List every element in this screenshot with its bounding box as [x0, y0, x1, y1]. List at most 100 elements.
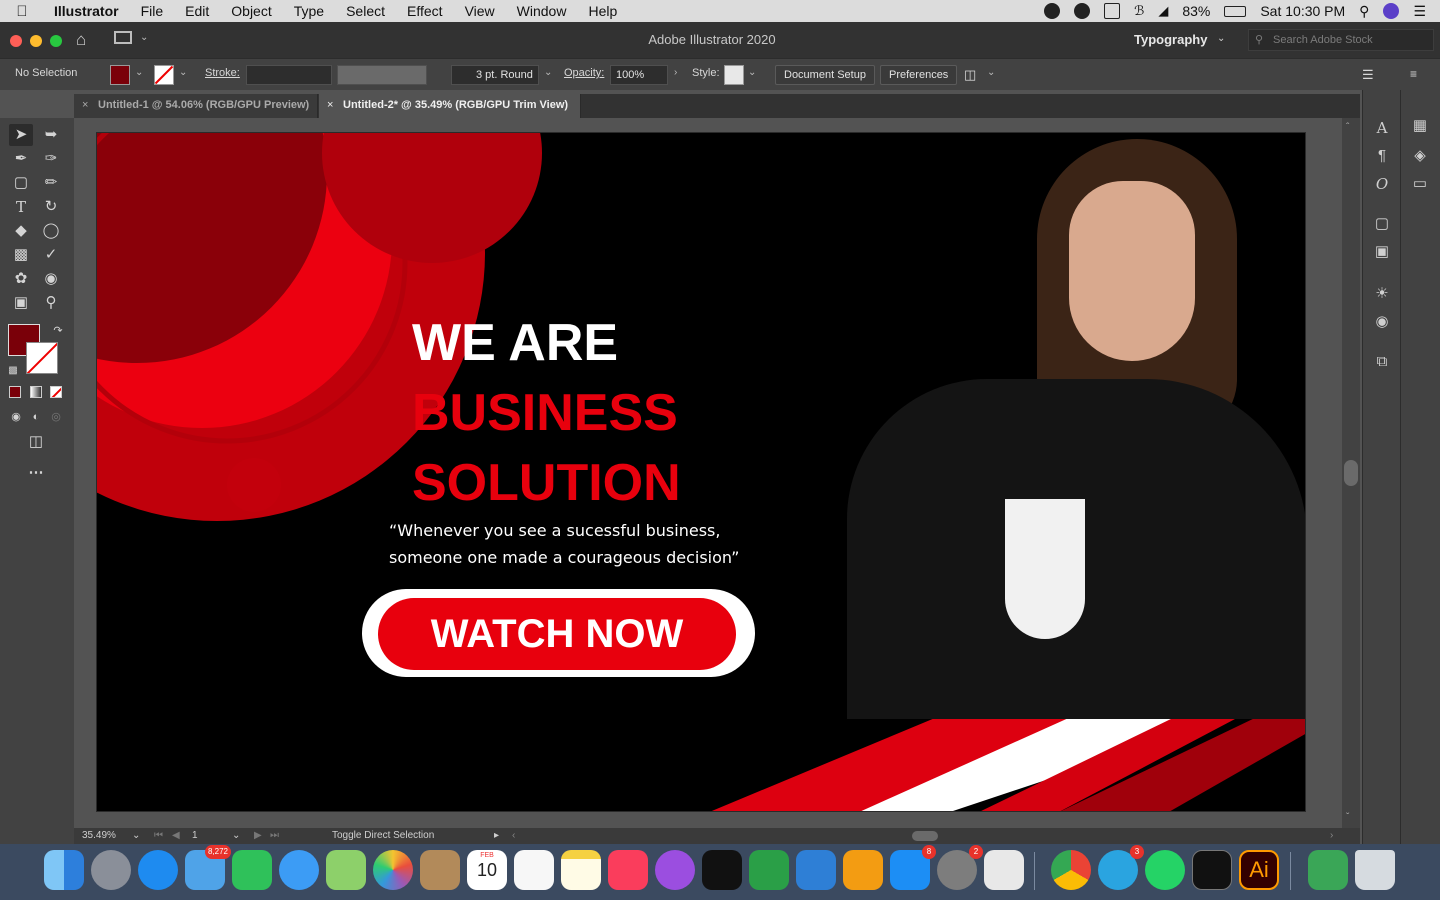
paintbrush-tool-icon[interactable]: ✏	[39, 172, 63, 194]
workspace-switcher[interactable]: Typography	[1134, 32, 1207, 47]
pages-icon[interactable]	[843, 850, 883, 890]
canvas-area[interactable]: WE ARE BUSINESS SOLUTION “Whenever you s…	[74, 118, 1360, 828]
music-icon[interactable]	[608, 850, 648, 890]
gradient-tool-icon[interactable]: ▩	[9, 244, 33, 266]
archive-utility-icon[interactable]	[1308, 850, 1348, 890]
quote-line-2[interactable]: someone one made a courageous decision”	[389, 548, 739, 567]
panel-menu-icon[interactable]: ≡	[1410, 67, 1417, 81]
artboard[interactable]: WE ARE BUSINESS SOLUTION “Whenever you s…	[96, 132, 1306, 812]
menu-effect[interactable]: Effect	[396, 0, 454, 22]
fill-swatch[interactable]	[110, 65, 130, 85]
menu-window[interactable]: Window	[506, 0, 578, 22]
rotate-tool-icon[interactable]: ↻	[39, 196, 63, 218]
stroke-weight-field[interactable]	[246, 65, 332, 85]
vertical-scrollbar[interactable]: ˆ ˇ	[1342, 118, 1360, 828]
menu-object[interactable]: Object	[220, 0, 282, 22]
bluetooth-icon[interactable]: ℬ	[1134, 3, 1144, 19]
character-panel-icon[interactable]: A	[1372, 118, 1392, 138]
transparency-panel-icon[interactable]: ◉	[1372, 312, 1392, 332]
system-preferences-icon[interactable]: 2	[937, 845, 983, 890]
preferences-button[interactable]: Preferences	[880, 65, 958, 85]
stroke-label[interactable]: Stroke:	[205, 67, 240, 79]
screen-mode-icon[interactable]: ◫	[24, 431, 48, 453]
arrange-objects-icon[interactable]: ◫	[964, 67, 976, 83]
tab-untitled-2[interactable]: × Untitled-2* @ 35.49% (RGB/GPU Trim Vie…	[319, 94, 581, 118]
status-app-icon[interactable]	[1044, 3, 1061, 19]
stroke-swatch[interactable]	[154, 65, 174, 85]
trash-icon[interactable]	[1355, 850, 1395, 890]
opacity-field[interactable]: 100%	[610, 65, 668, 85]
arrange-chevron-icon[interactable]: ⌄	[987, 67, 995, 78]
direct-selection-tool-icon[interactable]: ➥	[39, 124, 63, 146]
finder-icon[interactable]	[44, 850, 84, 890]
keynote-icon[interactable]	[796, 850, 836, 890]
notification-center-icon[interactable]: ☰	[1413, 3, 1426, 20]
stroke-color-swatch[interactable]	[26, 342, 58, 374]
telegram-icon[interactable]: 3	[1098, 845, 1144, 890]
headline-business[interactable]: BUSINESS	[412, 383, 678, 443]
headline-we-are[interactable]: WE ARE	[412, 313, 618, 373]
calendar-icon[interactable]: FEB 10	[467, 850, 507, 890]
hscroll-thumb[interactable]	[912, 831, 938, 841]
swap-fill-stroke-icon[interactable]: ↷	[46, 320, 70, 342]
artboard-tool-icon[interactable]: ▣	[9, 292, 33, 314]
photos-icon[interactable]	[373, 850, 413, 890]
last-artboard-icon[interactable]: ⏭	[270, 830, 279, 841]
shape-builder-tool-icon[interactable]: ◉	[39, 268, 63, 290]
properties-panel-icon[interactable]: ▦	[1410, 116, 1430, 136]
zoom-tool-icon[interactable]: ⚲	[39, 292, 63, 314]
calendar-status-icon[interactable]	[1104, 3, 1121, 19]
launchpad-icon[interactable]	[91, 850, 131, 890]
pathfinder-panel-icon[interactable]: ⧉	[1372, 352, 1392, 372]
gradient-mode-icon[interactable]	[30, 386, 42, 398]
document-setup-button[interactable]: Document Setup	[775, 65, 875, 85]
color-mode-icon[interactable]	[9, 386, 21, 398]
creative-cloud-icon[interactable]	[1074, 3, 1091, 19]
lasso-tool-icon[interactable]: ◯	[39, 220, 63, 242]
numbers-icon[interactable]	[749, 850, 789, 890]
menu-view[interactable]: View	[454, 0, 506, 22]
default-fill-stroke-icon[interactable]: ▩	[1, 360, 25, 382]
artboard-number[interactable]: 1	[192, 830, 198, 841]
menu-help[interactable]: Help	[577, 0, 628, 22]
next-artboard-icon[interactable]: ▶	[254, 830, 262, 841]
notes-icon[interactable]	[561, 850, 601, 890]
wifi-icon[interactable]: ◢	[1158, 3, 1168, 19]
fill-chevron-icon[interactable]: ⌄	[135, 67, 143, 78]
eyedropper-tool-icon[interactable]: ✓	[39, 244, 63, 266]
first-artboard-icon[interactable]: ⏮	[154, 830, 163, 841]
close-tab-icon[interactable]: ×	[82, 99, 88, 111]
opentype-panel-icon[interactable]: O	[1372, 174, 1392, 194]
acrobat-icon[interactable]	[984, 850, 1024, 890]
opacity-label[interactable]: Opacity:	[564, 67, 604, 79]
eraser-tool-icon[interactable]: ◆	[9, 220, 33, 242]
facetime-icon[interactable]	[232, 850, 272, 890]
none-mode-icon[interactable]	[50, 386, 62, 398]
brush-definition-field[interactable]: 3 pt. Round	[451, 65, 539, 85]
safari-icon[interactable]	[138, 850, 178, 890]
curvature-tool-icon[interactable]: ✑	[39, 148, 63, 170]
hscroll-left-icon[interactable]: ‹	[512, 830, 515, 841]
close-tab-icon[interactable]: ×	[327, 99, 333, 111]
terminal-icon[interactable]	[1192, 850, 1232, 890]
artboard-chevron-icon[interactable]: ⌄	[232, 830, 240, 841]
align-panel-icon[interactable]: ☰	[1362, 67, 1374, 83]
podcasts-icon[interactable]	[655, 850, 695, 890]
whatsapp-icon[interactable]	[1145, 850, 1185, 890]
watch-now-button[interactable]: WATCH NOW	[362, 589, 755, 677]
scroll-up-icon[interactable]: ˆ	[1346, 122, 1349, 133]
scroll-down-icon[interactable]: ˇ	[1346, 812, 1349, 823]
messages-icon[interactable]	[279, 850, 319, 890]
app-menu[interactable]: Illustrator	[44, 3, 130, 19]
pen-tool-icon[interactable]: ✒	[9, 148, 33, 170]
menu-edit[interactable]: Edit	[174, 0, 220, 22]
battery-icon[interactable]	[1224, 5, 1247, 17]
previous-artboard-icon[interactable]: ◀	[172, 830, 180, 841]
stroke-chevron-icon[interactable]: ⌄	[179, 67, 187, 78]
app-store-icon[interactable]: 8	[890, 845, 936, 890]
zoom-level[interactable]: 35.49%	[82, 830, 116, 841]
variable-width-field[interactable]	[337, 65, 427, 85]
siri-icon[interactable]	[1383, 3, 1400, 19]
headline-solution[interactable]: SOLUTION	[412, 453, 681, 513]
puppet-warp-tool-icon[interactable]: ✿	[9, 268, 33, 290]
